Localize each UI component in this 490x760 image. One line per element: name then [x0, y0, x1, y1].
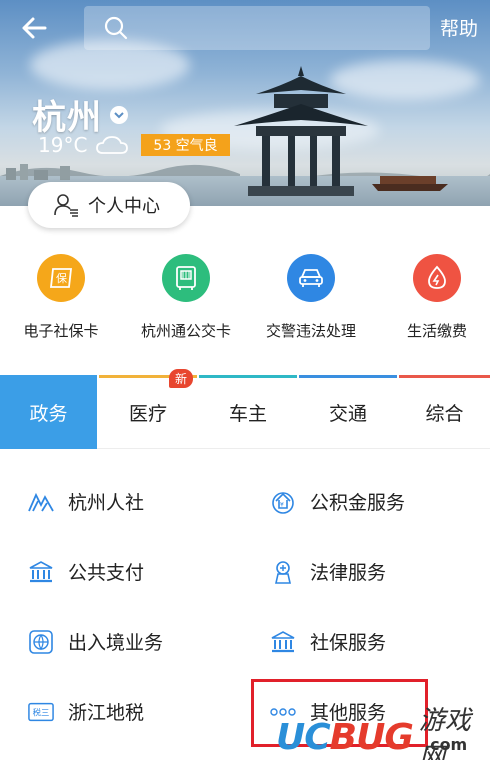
service-housing-fund[interactable]: ¥ 公积金服务 [270, 488, 405, 515]
tab-label: 综合 [425, 402, 464, 425]
back-button[interactable] [14, 10, 54, 46]
watermark-brand-a: UC [276, 716, 331, 758]
service-hangzhou-hr[interactable]: 杭州人社 [28, 488, 144, 515]
new-badge: 新 [169, 369, 194, 388]
service-social-security[interactable]: 社保服务 [270, 628, 386, 655]
service-zhejiang-tax[interactable]: 税三 浙江地税 [28, 698, 144, 725]
boat-illustration [372, 176, 448, 191]
service-label: 公共支付 [68, 562, 145, 584]
shoreline-buildings [6, 164, 70, 180]
svg-text:保: 保 [56, 271, 67, 285]
quick-services: 保 电子社保卡 杭州通公交卡 交警违法处理 生活缴费 [0, 254, 490, 354]
tab-label: 交通 [328, 402, 367, 425]
svg-text:¥: ¥ [280, 501, 284, 508]
search-input[interactable] [138, 18, 418, 38]
quick-item-social-security-card[interactable]: 保 电子社保卡 [0, 254, 122, 341]
service-label: 杭州人社 [68, 492, 145, 514]
quick-item-label: 电子社保卡 [23, 322, 99, 340]
globe-icon [28, 629, 54, 655]
personal-center-button[interactable]: 个人中心 [28, 182, 190, 228]
back-arrow-icon [22, 17, 47, 39]
tab-accent-line [299, 375, 397, 378]
city-name: 杭州 [32, 98, 102, 138]
svg-text:税三: 税三 [33, 707, 50, 717]
watermark-domain: .com [424, 735, 468, 754]
tab-government[interactable]: 政务 [0, 375, 97, 449]
service-immigration[interactable]: 出入境业务 [28, 628, 163, 655]
bank-building-icon [28, 559, 54, 585]
utility-payment-icon [413, 254, 461, 302]
quick-item-bus-card[interactable]: 杭州通公交卡 [125, 254, 247, 341]
help-link[interactable]: 帮助 [440, 14, 478, 41]
quick-item-label: 生活缴费 [406, 322, 467, 340]
top-bar: 帮助 [0, 0, 490, 56]
tab-label: 政务 [29, 402, 68, 425]
bus-card-icon [162, 254, 210, 302]
search-bar[interactable] [84, 6, 430, 50]
housing-fund-icon: ¥ [270, 489, 296, 515]
air-quality-badge: 53 空气良 [141, 134, 230, 156]
personal-center-label: 个人中心 [88, 196, 160, 217]
watermark-brand-b: BUG [329, 716, 414, 758]
service-public-payment[interactable]: 公共支付 [28, 558, 144, 585]
tab-label: 医疗 [128, 402, 167, 425]
tab-general[interactable]: 综合 [399, 375, 490, 449]
mountain-logo-icon [28, 489, 54, 515]
service-label: 出入境业务 [68, 632, 164, 654]
quick-item-utility-payment[interactable]: 生活缴费 [376, 254, 490, 341]
tab-accent-line [199, 375, 297, 378]
tax-icon: 税三 [28, 699, 54, 725]
quick-item-traffic-violation[interactable]: 交警违法处理 [250, 254, 372, 341]
service-label: 公积金服务 [310, 492, 406, 514]
pavilion-illustration [234, 66, 368, 196]
quick-item-label: 杭州通公交卡 [140, 322, 231, 340]
law-icon [270, 559, 296, 585]
tab-medical[interactable]: 新 医疗 [99, 369, 197, 449]
tab-transport[interactable]: 交通 [299, 375, 397, 449]
tab-car-owner[interactable]: 车主 [199, 375, 297, 449]
chevron-down-icon [110, 105, 128, 124]
weather-info: 19°C 53 空气良 [38, 133, 230, 157]
search-icon [104, 16, 128, 40]
category-tabs: 政务 新 医疗 车主 交通 综合 [0, 369, 490, 449]
service-label: 法律服务 [310, 562, 387, 584]
city-selector[interactable]: 杭州 [32, 90, 128, 139]
tab-accent-line [399, 375, 490, 378]
service-label: 社保服务 [310, 632, 387, 654]
tab-label: 车主 [228, 402, 267, 425]
bank-building-icon [270, 629, 296, 655]
quick-item-label: 交警违法处理 [265, 322, 356, 340]
cloudy-weather-icon [96, 136, 129, 154]
user-profile-icon [54, 194, 78, 217]
social-security-icon: 保 [37, 254, 85, 302]
car-icon [287, 254, 335, 302]
service-legal[interactable]: 法律服务 [270, 558, 386, 585]
temperature: 19°C [38, 133, 88, 157]
service-label: 浙江地税 [68, 702, 145, 724]
